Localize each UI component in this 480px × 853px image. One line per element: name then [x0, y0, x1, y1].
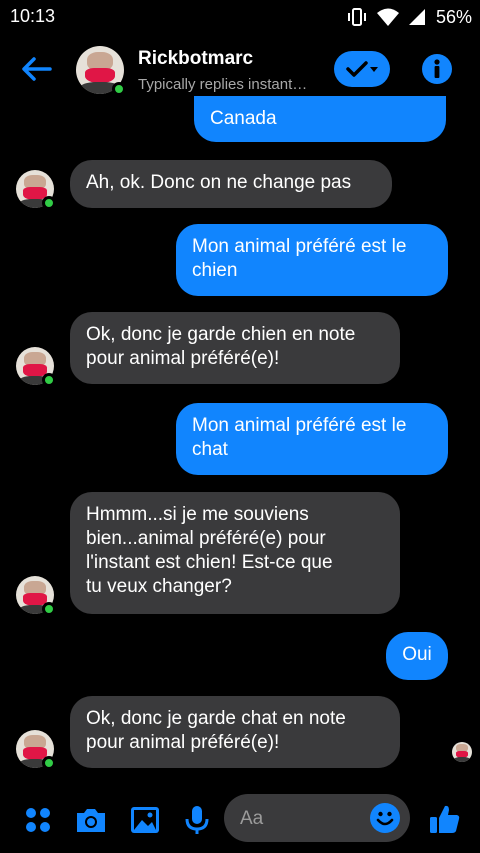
sender-avatar[interactable] — [16, 576, 56, 616]
battery-percent: 56% — [435, 6, 472, 27]
online-status-dot — [112, 82, 126, 96]
message-composer: Aa — [0, 790, 480, 853]
message-incoming[interactable]: Ah, ok. Donc on ne change pas — [70, 160, 392, 208]
like-button[interactable] — [428, 802, 462, 834]
online-status-dot — [42, 373, 56, 387]
info-icon — [434, 59, 440, 78]
message-incoming[interactable]: Hmmm...si je me souviens bien...animal p… — [70, 492, 400, 614]
message-outgoing[interactable]: Oui — [386, 632, 448, 680]
microphone-icon — [185, 806, 209, 834]
sender-avatar[interactable] — [16, 170, 56, 210]
gallery-button[interactable] — [128, 804, 162, 836]
four-dots-icon — [26, 808, 50, 832]
vibrate-icon — [347, 8, 366, 26]
sender-avatar[interactable] — [16, 347, 56, 387]
message-input-placeholder: Aa — [240, 808, 264, 829]
message-outgoing[interactable]: Canada — [194, 96, 446, 142]
sender-avatar[interactable] — [16, 730, 56, 770]
smiley-icon — [376, 811, 394, 826]
arrow-left-icon — [22, 57, 52, 81]
message-input[interactable]: Aa — [224, 794, 410, 842]
verified-dropdown-button[interactable] — [334, 51, 390, 87]
online-status-dot — [42, 756, 56, 770]
camera-icon — [77, 809, 105, 832]
status-bar: 10:13 56% — [0, 0, 480, 34]
read-receipt-avatar — [452, 742, 472, 762]
cell-signal-icon — [408, 9, 425, 25]
message-outgoing[interactable]: Mon animal préféré est le chat — [176, 403, 448, 475]
contact-name[interactable]: Rickbotmarc — [138, 48, 253, 70]
wifi-icon — [376, 8, 399, 26]
status-icons: 56% — [346, 4, 472, 30]
contact-avatar[interactable] — [76, 46, 126, 96]
back-button[interactable] — [18, 54, 54, 84]
emoji-button[interactable] — [370, 803, 400, 833]
message-incoming[interactable]: Ok, donc je garde chat en note pour anim… — [70, 696, 400, 768]
camera-button[interactable] — [74, 804, 108, 836]
more-actions-button[interactable] — [22, 804, 56, 836]
message-outgoing[interactable]: Mon animal préféré est le chien — [176, 224, 448, 296]
message-incoming[interactable]: Ok, donc je garde chien en note pour ani… — [70, 312, 400, 384]
thumbs-up-icon — [430, 805, 460, 833]
online-status-dot — [42, 602, 56, 616]
checkmark-chevron-icon — [346, 61, 378, 77]
online-status-dot — [42, 196, 56, 210]
contact-status: Typically replies instant… — [138, 76, 308, 93]
info-button[interactable] — [422, 54, 452, 84]
voice-button[interactable] — [180, 804, 214, 836]
image-icon — [131, 807, 159, 833]
status-time: 10:13 — [10, 6, 56, 26]
